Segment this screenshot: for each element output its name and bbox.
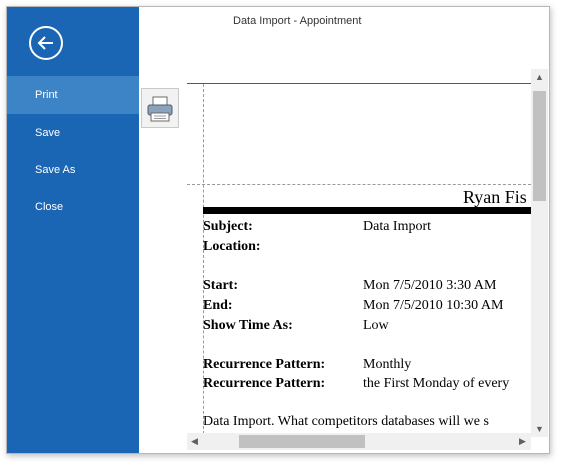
vertical-scroll-thumb[interactable] xyxy=(533,91,546,201)
field-label: Start: xyxy=(203,278,238,293)
field-label: End: xyxy=(203,298,233,313)
top-margin-guide xyxy=(187,184,531,185)
scroll-right-icon[interactable]: ▶ xyxy=(519,437,526,446)
menu-item-save[interactable]: Save xyxy=(7,114,139,152)
field-label: Recurrence Pattern: xyxy=(203,357,326,372)
header-name: Ryan Fis xyxy=(463,187,527,207)
scroll-up-icon[interactable]: ▲ xyxy=(535,73,544,82)
description-text: Data Import. What competitors databases … xyxy=(203,414,489,429)
print-button[interactable] xyxy=(141,88,179,128)
scroll-down-icon[interactable]: ▼ xyxy=(535,425,544,434)
field-value: Mon 7/5/2010 10:30 AM xyxy=(363,298,504,313)
field-label: Recurrence Pattern: xyxy=(203,376,326,391)
app-window: Print Save Save As Close Data Import - A… xyxy=(6,6,550,454)
field-value: Mon 7/5/2010 3:30 AM xyxy=(363,278,497,293)
field-label: Location: xyxy=(203,239,261,254)
vertical-scrollbar[interactable]: ▲ ▼ xyxy=(531,69,548,437)
field-value: Data Import xyxy=(363,219,432,234)
field-label: Show Time As: xyxy=(203,318,293,333)
field-label: Subject: xyxy=(203,219,253,234)
menu-item-print[interactable]: Print xyxy=(7,76,139,114)
menu-item-close[interactable]: Close xyxy=(7,188,139,226)
printer-icon xyxy=(147,96,173,122)
scroll-left-icon[interactable]: ◀ xyxy=(191,437,198,446)
header-bar xyxy=(203,207,531,214)
field-value: the First Monday of every xyxy=(363,376,510,391)
horizontal-scroll-thumb[interactable] xyxy=(239,435,365,448)
horizontal-scrollbar[interactable]: ◀ ▶ xyxy=(187,433,531,450)
back-button[interactable] xyxy=(29,26,63,60)
menu-item-label: Print xyxy=(35,89,58,101)
menu-item-label: Save As xyxy=(35,164,76,176)
menu-item-save-as[interactable]: Save As xyxy=(7,151,139,189)
window-title: Data Import - Appointment xyxy=(233,15,362,27)
arrow-left-icon xyxy=(37,36,53,50)
menu-item-label: Close xyxy=(35,201,64,213)
field-value: Monthly xyxy=(363,357,412,372)
backstage-sidebar: Print Save Save As Close xyxy=(7,7,139,453)
print-preview: Ryan Fis Subject: Data Import Location: … xyxy=(187,84,531,439)
field-value: Low xyxy=(363,318,389,333)
menu-item-label: Save xyxy=(35,127,61,139)
